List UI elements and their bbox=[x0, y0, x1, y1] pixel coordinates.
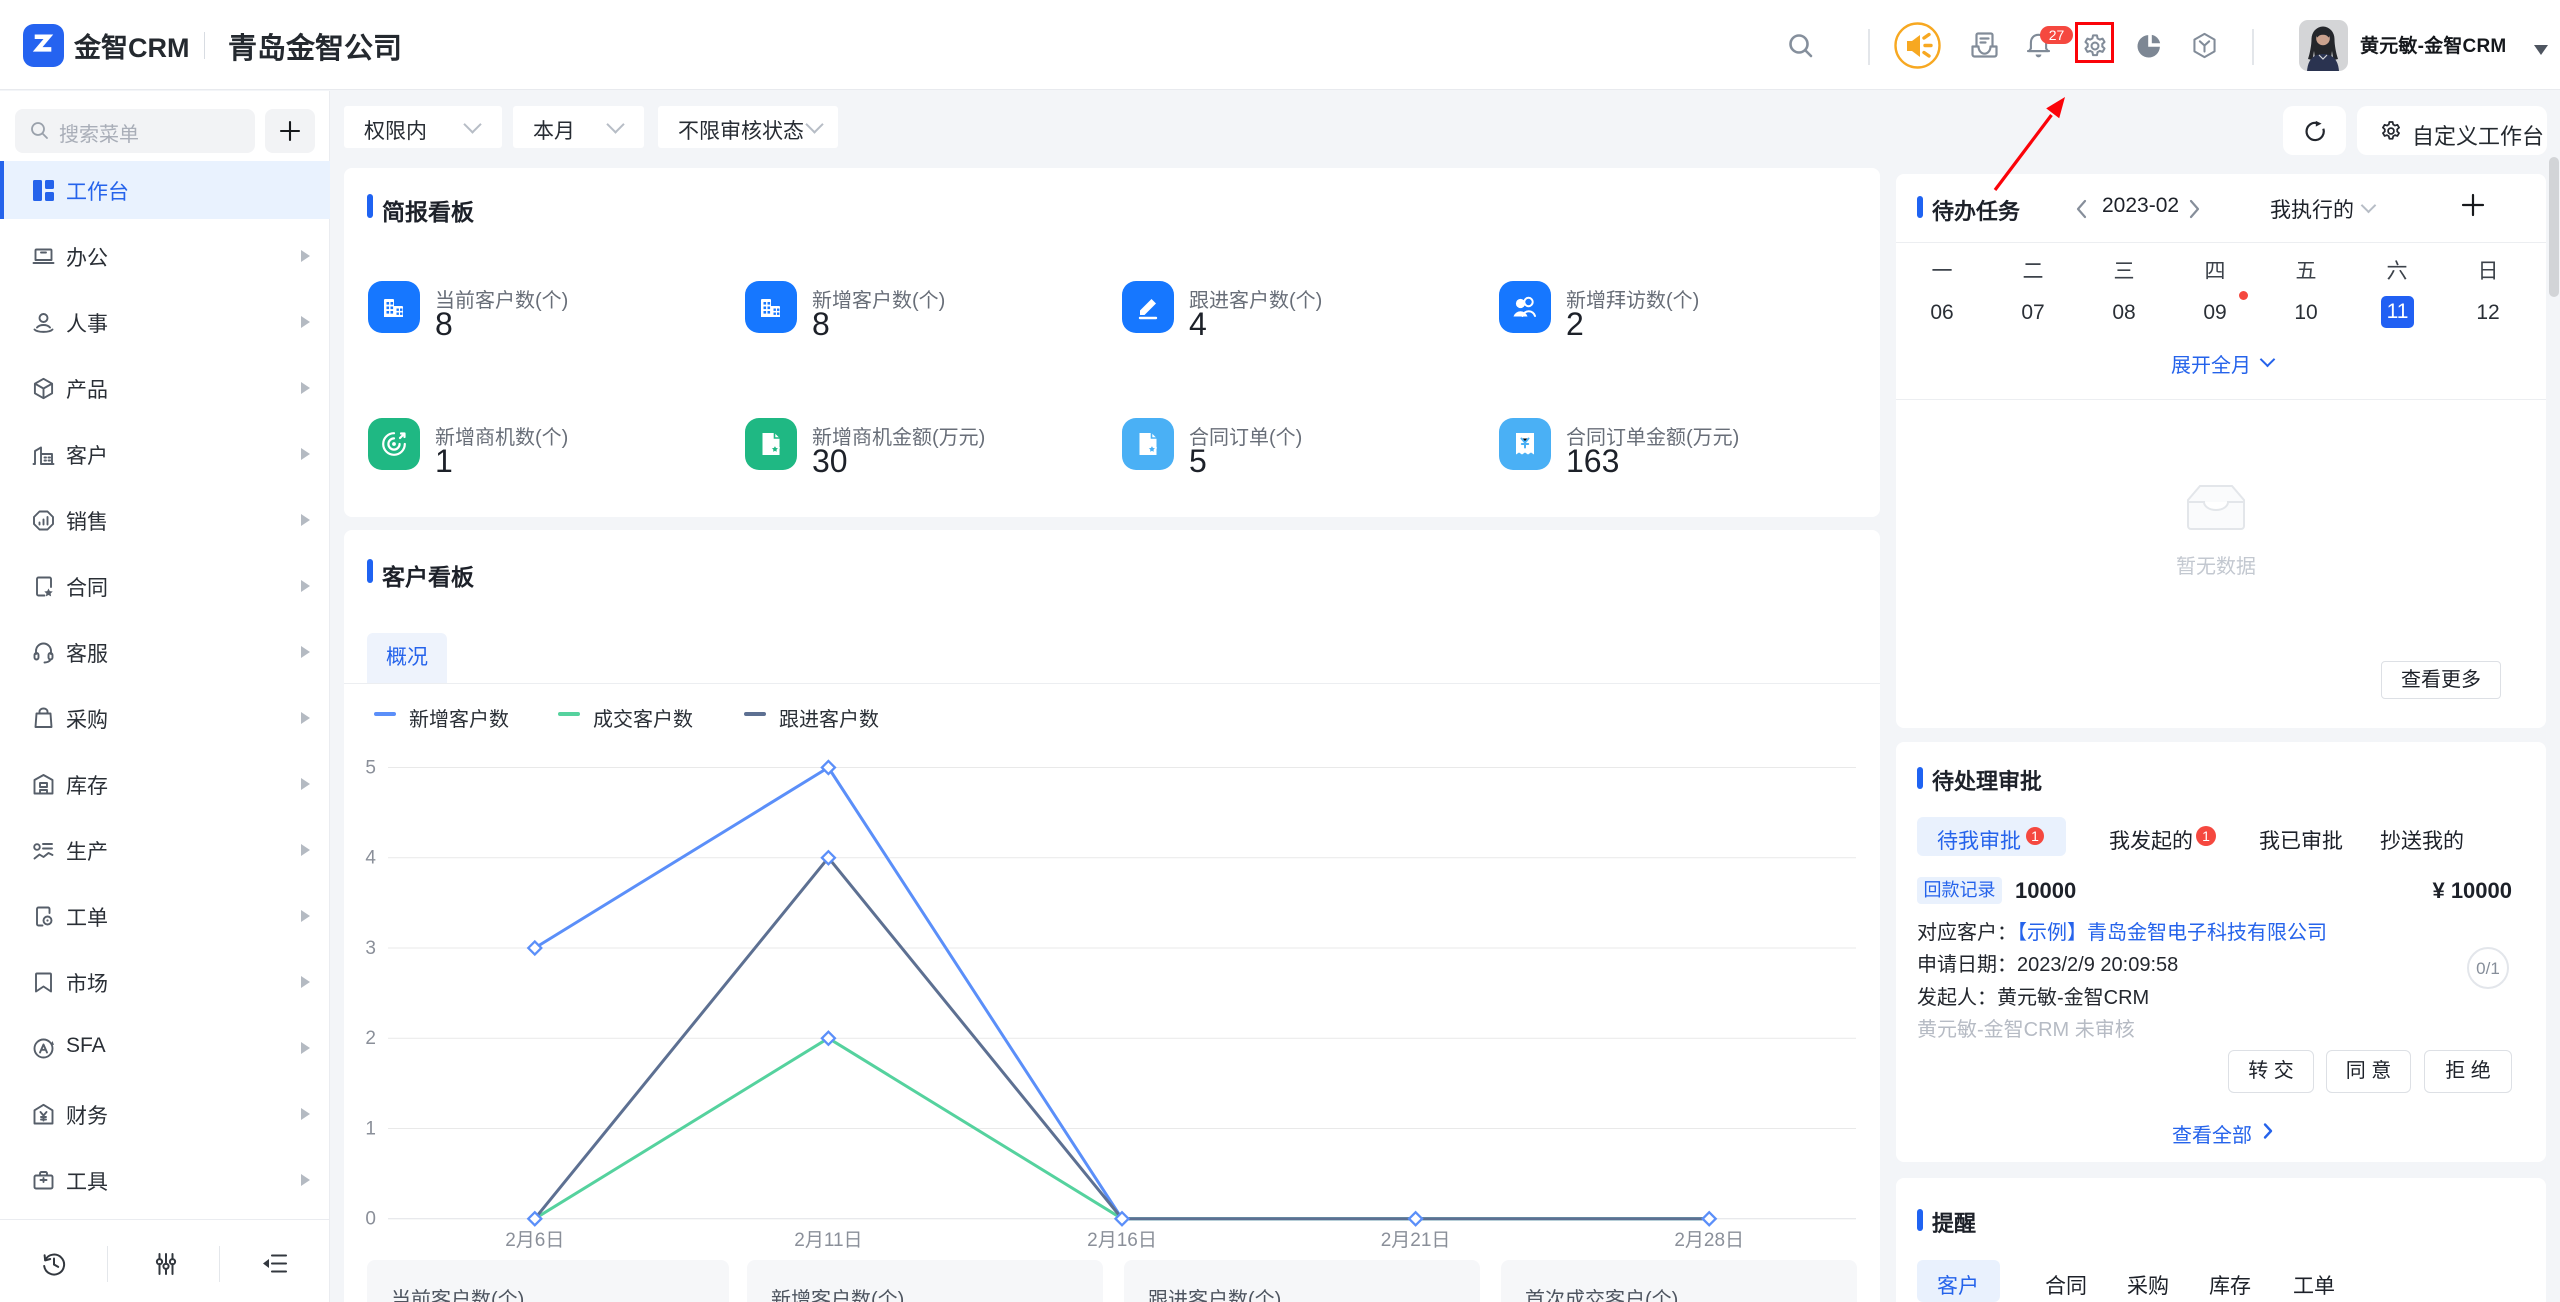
svg-text:3: 3 bbox=[365, 938, 376, 959]
svg-text:2: 2 bbox=[365, 1028, 376, 1049]
svg-text:2月28日: 2月28日 bbox=[1674, 1230, 1744, 1251]
svg-text:0: 0 bbox=[365, 1209, 376, 1230]
svg-text:2月16日: 2月16日 bbox=[1087, 1230, 1157, 1251]
svg-text:2月21日: 2月21日 bbox=[1381, 1230, 1451, 1251]
svg-text:4: 4 bbox=[365, 848, 376, 869]
svg-text:2月6日: 2月6日 bbox=[505, 1230, 564, 1251]
svg-text:5: 5 bbox=[365, 758, 376, 779]
svg-text:2月11日: 2月11日 bbox=[794, 1230, 862, 1251]
svg-text:1: 1 bbox=[365, 1119, 376, 1140]
